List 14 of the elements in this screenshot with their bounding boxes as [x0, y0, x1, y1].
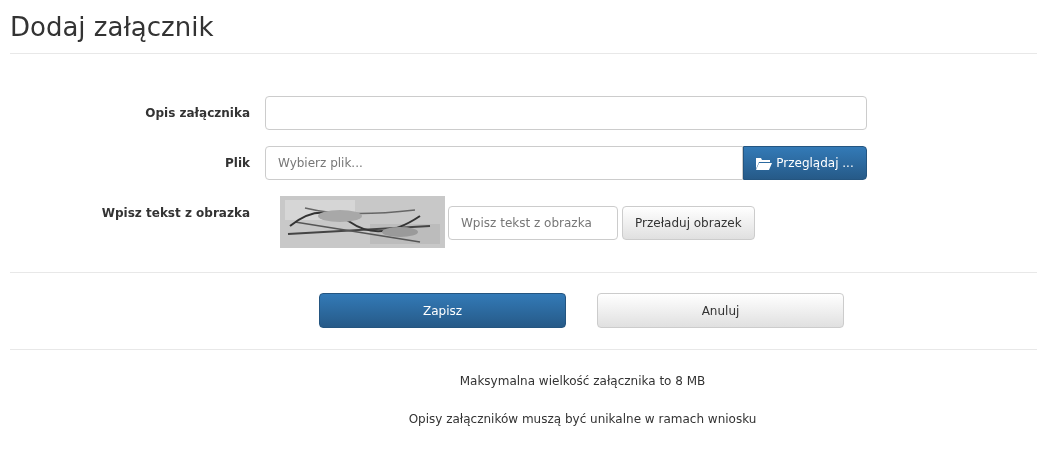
info-note: Maksymalna wielkość załącznika to 8 MB: [459, 374, 706, 388]
description-field[interactable]: [265, 96, 867, 130]
file-field[interactable]: Wybierz plik...: [265, 146, 743, 180]
page-title: Dodaj załącznik: [10, 11, 215, 44]
cancel-button[interactable]: Anuluj: [597, 293, 844, 328]
field-label: Plik: [224, 155, 251, 170]
field-label: Opis załącznika: [144, 105, 251, 120]
browse-button[interactable]: Przeglądaj ...: [743, 146, 867, 180]
captcha-field[interactable]: Wpisz tekst z obrazka: [448, 206, 618, 240]
field-label: Wpisz tekst z obrazka: [100, 205, 251, 220]
reload-image-button[interactable]: Przeładuj obrazek: [622, 206, 755, 240]
save-button[interactable]: Zapisz: [319, 293, 566, 328]
info-note: Opisy załączników muszą być unikalne w ramach wniosku: [408, 412, 757, 426]
folder-icon: [756, 156, 773, 170]
